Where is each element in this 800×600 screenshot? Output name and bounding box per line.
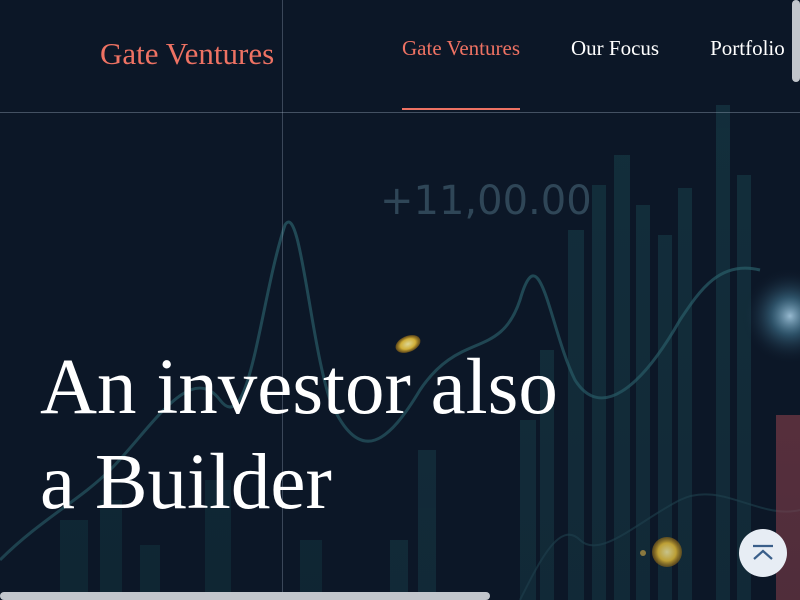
main-nav: Gate Ventures Our Focus Portfolio bbox=[402, 36, 800, 110]
hero-headline: An investor also a Builder bbox=[40, 340, 558, 530]
nav-item-gate-ventures[interactable]: Gate Ventures bbox=[402, 36, 520, 110]
nav-item-our-focus[interactable]: Our Focus bbox=[571, 36, 659, 61]
vertical-scrollbar[interactable] bbox=[792, 0, 800, 82]
arrow-up-to-top-icon bbox=[753, 544, 773, 560]
background-figure: +11,00.00 bbox=[380, 178, 592, 224]
site-header: Gate Ventures Gate Ventures Our Focus Po… bbox=[0, 0, 800, 112]
header-divider bbox=[0, 112, 800, 113]
nav-item-portfolio[interactable]: Portfolio bbox=[710, 36, 785, 61]
back-to-top-button[interactable] bbox=[739, 529, 787, 577]
headline-line-1: An investor also bbox=[40, 344, 558, 431]
horizontal-scrollbar[interactable] bbox=[0, 592, 490, 600]
headline-line-2: a Builder bbox=[40, 439, 332, 526]
site-logo[interactable]: Gate Ventures bbox=[100, 36, 274, 72]
